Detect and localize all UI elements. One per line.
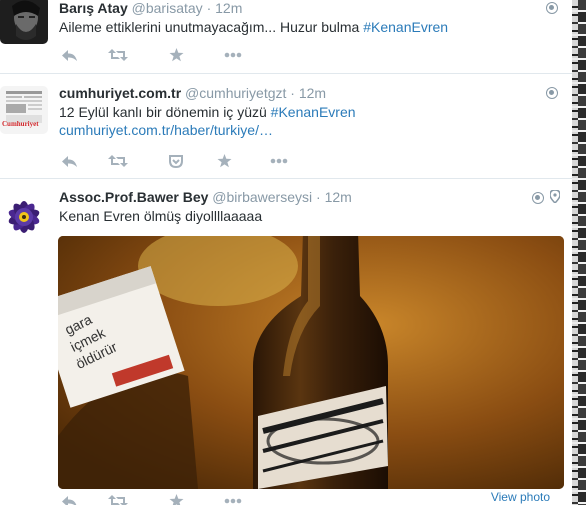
- timestamp[interactable]: 12m: [215, 0, 242, 16]
- timestamp[interactable]: 12m: [325, 189, 352, 205]
- separator: ·: [316, 189, 321, 205]
- tweet-header: Barış Atay @barisatay · 12m: [59, 0, 558, 17]
- view-photo-link[interactable]: View photo: [491, 490, 550, 504]
- tweet-text: 12 Eylül kanlı bir dönemin iç yüzü #Kena…: [59, 103, 558, 139]
- star-icon[interactable]: [214, 152, 234, 170]
- pocket-icon[interactable]: [166, 152, 186, 170]
- username[interactable]: @birbawerseysi: [212, 189, 312, 205]
- avatar[interactable]: [0, 0, 48, 44]
- attached-photo[interactable]: gara içmek öldürür: [58, 236, 564, 489]
- fullname[interactable]: Assoc.Prof.Bawer Bey: [59, 189, 208, 205]
- tweet-header: Assoc.Prof.Bawer Bey @birbawerseysi · 12…: [59, 188, 558, 206]
- hashtag-link[interactable]: #KenanEvren: [271, 104, 356, 120]
- username[interactable]: @barisatay: [132, 0, 203, 16]
- more-icon[interactable]: [223, 46, 243, 64]
- fullname[interactable]: cumhuriyet.com.tr: [59, 85, 181, 101]
- tweet-feed: Barış Atay @barisatay · 12m Aileme ettik…: [0, 0, 572, 505]
- globe-icon: [546, 87, 558, 99]
- fullname[interactable]: Barış Atay: [59, 0, 128, 16]
- avatar[interactable]: Cumhuriyet: [0, 86, 48, 134]
- tweet-content: Assoc.Prof.Bawer Bey @birbawerseysi · 12…: [59, 188, 558, 225]
- tweet-text-body: 12 Eylül kanlı bir dönemin iç yüzü: [59, 104, 271, 120]
- tweet-item[interactable]: Assoc.Prof.Bawer Bey @birbawerseysi · 12…: [0, 179, 572, 505]
- tweet-header: cumhuriyet.com.tr @cumhuriyetgzt · 12m: [59, 84, 558, 102]
- tweet-text: Kenan Evren ölmüş diyollllaaaaa: [59, 208, 263, 224]
- tweet-text-body: Aileme ettiklerini unutmayacağım... Huzu…: [59, 19, 364, 35]
- tweet-item[interactable]: Barış Atay @barisatay · 12m Aileme ettik…: [0, 0, 572, 74]
- username[interactable]: @cumhuriyetgzt: [185, 85, 286, 101]
- separator: ·: [206, 0, 212, 16]
- tweet-content: Barış Atay @barisatay · 12m Aileme ettik…: [59, 0, 558, 36]
- reply-icon[interactable]: [59, 152, 79, 170]
- star-icon[interactable]: [166, 46, 186, 64]
- reply-icon[interactable]: [59, 492, 79, 505]
- hashtag-link[interactable]: #KenanEvren: [363, 19, 448, 35]
- more-icon[interactable]: [223, 492, 243, 505]
- url-link[interactable]: cumhuriyet.com.tr/haber/turkiye/…: [59, 122, 273, 138]
- retweet-icon[interactable]: [108, 492, 128, 505]
- star-icon[interactable]: [166, 492, 186, 505]
- separator: ·: [290, 85, 295, 101]
- tweet-content: cumhuriyet.com.tr @cumhuriyetgzt · 12m 1…: [59, 84, 558, 139]
- tweet-item[interactable]: Cumhuriyet cumhuriyet.com.tr @cumhuriyet…: [0, 74, 572, 179]
- globe-icon: [546, 2, 558, 14]
- retweet-icon[interactable]: [108, 46, 128, 64]
- retweet-icon[interactable]: [108, 152, 128, 170]
- timestamp[interactable]: 12m: [299, 85, 326, 101]
- avatar-label: Cumhuriyet: [2, 120, 39, 128]
- background-strip: [572, 0, 586, 505]
- reply-icon[interactable]: [59, 46, 79, 64]
- location-pin-icon[interactable]: [549, 189, 561, 205]
- globe-icon: [532, 192, 544, 204]
- avatar[interactable]: [0, 193, 48, 241]
- more-icon[interactable]: [269, 152, 289, 170]
- tweet-text: Aileme ettiklerini unutmayacağım... Huzu…: [59, 18, 558, 36]
